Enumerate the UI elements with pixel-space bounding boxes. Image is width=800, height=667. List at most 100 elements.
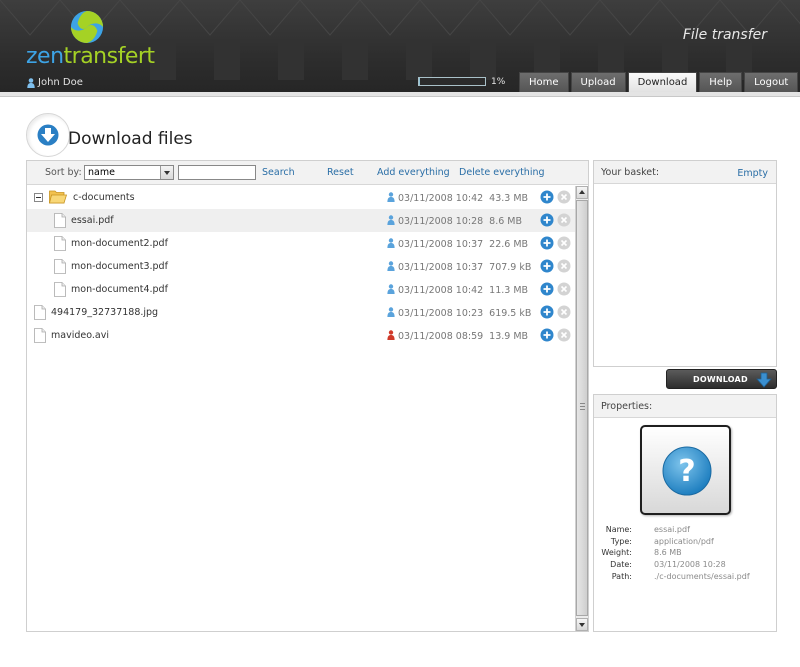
question-mark-icon: ? — [662, 446, 712, 496]
file-browser-panel: Sort by: name Search Reset Add everythin… — [26, 160, 589, 632]
nav-tab-download[interactable]: Download — [627, 72, 698, 92]
file-row[interactable]: mon-document4.pdf 03/11/2008 10:42 11.3 MB — [27, 278, 575, 301]
file-meta: 03/11/2008 10:42 11.3 MB — [387, 284, 528, 297]
collapse-toggle-icon[interactable] — [34, 193, 43, 202]
file-size: 43.3 MB — [489, 193, 529, 204]
sort-select-value: name — [88, 167, 115, 178]
file-list-scrollbar[interactable] — [575, 186, 588, 631]
empty-basket-link[interactable]: Empty — [737, 168, 768, 179]
download-button[interactable]: DOWNLOAD — [666, 369, 777, 389]
nav-tab-logout[interactable]: Logout — [744, 72, 799, 92]
file-name[interactable]: 494179_32737188.jpg — [51, 307, 158, 318]
file-icon — [54, 236, 66, 254]
file-meta: 03/11/2008 10:37 22.6 MB — [387, 238, 528, 251]
user-blue-icon — [387, 261, 395, 274]
file-icon — [34, 328, 46, 346]
remove-icon[interactable] — [557, 305, 571, 322]
page-title: Download files — [68, 129, 193, 149]
add-to-basket-icon[interactable] — [540, 236, 554, 253]
file-date: 03/11/2008 10:42 — [398, 193, 484, 204]
property-key: Type: — [610, 536, 632, 546]
properties-list: Name: essai.pdf Type: application/pdf Weight… — [594, 525, 778, 583]
file-row[interactable]: 494179_32737188.jpg 03/11/2008 10:23 619.5… — [27, 301, 575, 324]
quota-progress-fill — [419, 78, 420, 85]
remove-icon[interactable] — [557, 236, 571, 253]
sort-select[interactable]: name — [84, 165, 174, 180]
property-row: Weight: 8.6 MB — [594, 548, 778, 560]
header-bar: zentransfert File transfer John Doe 1% H… — [0, 0, 800, 92]
add-to-basket-icon[interactable] — [540, 259, 554, 276]
chevron-down-icon[interactable] — [160, 166, 173, 179]
scroll-thumb[interactable] — [576, 200, 588, 616]
logo-mark-icon — [70, 10, 104, 44]
file-row[interactable]: mavideo.avi 03/11/2008 08:59 13.9 MB — [27, 324, 575, 347]
scroll-up-button[interactable] — [576, 186, 588, 199]
scroll-down-button[interactable] — [576, 618, 588, 631]
delete-everything-link[interactable]: Delete everything — [459, 167, 545, 178]
property-row: Date: 03/11/2008 10:28 — [594, 560, 778, 572]
reset-link[interactable]: Reset — [327, 167, 354, 178]
file-meta: 03/11/2008 10:37 707.9 kB — [387, 261, 531, 274]
property-value: application/pdf — [654, 536, 714, 546]
file-row[interactable]: mon-document2.pdf 03/11/2008 10:37 22.6 MB — [27, 232, 575, 255]
file-row[interactable]: mon-document3.pdf 03/11/2008 10:37 707.9 k… — [27, 255, 575, 278]
properties-header: Properties: — [594, 395, 776, 418]
file-size: 22.6 MB — [489, 239, 529, 250]
quota-progress-bar — [418, 77, 486, 86]
file-name[interactable]: mon-document2.pdf — [71, 238, 168, 249]
search-link[interactable]: Search — [262, 167, 295, 178]
add-to-basket-icon[interactable] — [540, 305, 554, 322]
basket-header: Your basket: Empty — [594, 161, 776, 184]
folder-row[interactable]: c-documents 03/11/2008 10:42 43.3 MB — [27, 186, 575, 209]
sort-label: Sort by: — [45, 167, 82, 178]
add-to-basket-icon[interactable] — [540, 282, 554, 299]
nav-tab-upload[interactable]: Upload — [570, 72, 626, 92]
file-icon — [54, 282, 66, 300]
user-blue-icon — [387, 284, 395, 297]
file-name[interactable]: essai.pdf — [71, 215, 114, 226]
search-input[interactable] — [178, 165, 256, 180]
file-name[interactable]: mavideo.avi — [51, 330, 109, 341]
file-icon — [34, 305, 46, 323]
file-name[interactable]: mon-document4.pdf — [71, 284, 168, 295]
add-to-basket-icon[interactable] — [540, 213, 554, 230]
add-everything-link[interactable]: Add everything — [377, 167, 450, 178]
file-date: 03/11/2008 10:37 — [398, 262, 484, 273]
property-value: ./c-documents/essai.pdf — [654, 571, 750, 581]
remove-icon[interactable] — [557, 282, 571, 299]
file-size: 8.6 MB — [489, 216, 522, 227]
scroll-grip-icon — [580, 403, 585, 410]
remove-icon[interactable] — [557, 259, 571, 276]
download-button-label: DOWNLOAD — [693, 375, 748, 384]
remove-icon[interactable] — [557, 328, 571, 345]
file-meta: 03/11/2008 08:59 13.9 MB — [387, 330, 528, 343]
file-size: 619.5 kB — [489, 308, 532, 319]
property-key: Weight: — [601, 548, 632, 558]
property-value: 03/11/2008 10:28 — [654, 560, 726, 570]
file-date: 03/11/2008 10:37 — [398, 239, 484, 250]
file-name[interactable]: c-documents — [73, 192, 135, 203]
file-size: 11.3 MB — [489, 285, 529, 296]
add-to-basket-icon[interactable] — [540, 328, 554, 345]
user-blue-icon — [387, 307, 395, 320]
file-row[interactable]: essai.pdf 03/11/2008 10:28 8.6 MB — [27, 209, 575, 232]
property-key: Date: — [610, 560, 632, 570]
user-blue-icon — [387, 238, 395, 251]
page-title-block: Download files — [26, 113, 193, 157]
file-size: 13.9 MB — [489, 331, 529, 342]
nav-tab-help[interactable]: Help — [699, 72, 743, 92]
download-arrow-icon — [756, 372, 772, 388]
file-name[interactable]: mon-document3.pdf — [71, 261, 168, 272]
file-toolbar: Sort by: name Search Reset Add everythin… — [27, 161, 588, 185]
remove-icon[interactable] — [557, 190, 571, 207]
user-name: John Doe — [38, 77, 83, 88]
file-date: 03/11/2008 10:23 — [398, 308, 484, 319]
remove-icon[interactable] — [557, 213, 571, 230]
zentransfert-logo[interactable]: zentransfert — [26, 8, 155, 68]
property-row: Path: ./c-documents/essai.pdf — [594, 572, 778, 584]
add-to-basket-icon[interactable] — [540, 190, 554, 207]
file-size: 707.9 kB — [489, 262, 532, 273]
property-row: Name: essai.pdf — [594, 525, 778, 537]
nav-tab-home[interactable]: Home — [519, 72, 569, 92]
header-divider — [0, 92, 800, 97]
